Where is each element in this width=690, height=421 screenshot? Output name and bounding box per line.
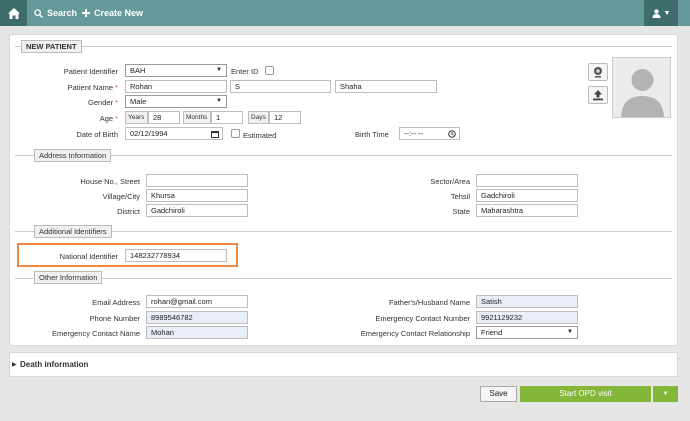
section-divider	[15, 231, 672, 232]
start-opd-visit-button[interactable]: Start OPD visit	[520, 386, 651, 402]
birth-time-label: Birth Time	[355, 130, 389, 139]
age-label: Age *	[40, 114, 118, 123]
create-new-link-label: Create New	[94, 8, 144, 18]
top-nav-bar: Search Create New ▼	[0, 0, 690, 26]
village-city-input[interactable]: Khursa	[146, 189, 248, 202]
home-icon	[7, 7, 20, 19]
gender-value: Male	[130, 97, 147, 106]
relationship-value: Friend	[481, 328, 503, 337]
create-new-link[interactable]: Create New	[82, 0, 143, 26]
phone-number-label: Phone Number	[89, 314, 140, 323]
user-icon	[652, 8, 661, 18]
age-label-text: Age	[99, 114, 114, 123]
dob-value: 02/12/1994	[130, 129, 168, 138]
search-icon	[34, 8, 43, 18]
calendar-icon	[211, 131, 219, 138]
house-street-label: House No., Street	[80, 177, 140, 186]
emergency-contact-name-input[interactable]: Mohan	[146, 326, 248, 339]
chevron-down-icon: ▼	[216, 67, 222, 73]
chevron-down-icon: ▼	[567, 329, 573, 335]
search-link[interactable]: Search	[34, 0, 77, 26]
patient-identifier-label: Patient Identifier	[63, 67, 118, 76]
emergency-contact-name-label: Emergency Contact Name	[52, 329, 140, 338]
days-unit-label: Days	[248, 111, 269, 124]
dob-label: Date of Birth	[76, 130, 118, 139]
state-label: State	[452, 207, 470, 216]
age-months-input[interactable]: 1	[211, 111, 243, 124]
gender-select[interactable]: Male ▼	[125, 95, 227, 108]
tehsil-label: Tehsil	[450, 192, 470, 201]
age-days-input[interactable]: 12	[269, 111, 301, 124]
additional-identifiers-heading: Additional Identifiers	[34, 225, 112, 238]
first-name-input[interactable]: Rohan	[125, 80, 227, 93]
clock-icon	[448, 130, 456, 138]
national-identifier-input[interactable]: 148232778934	[125, 249, 227, 262]
caret-down-icon: ▼	[662, 391, 669, 397]
father-husband-label: Father's/Husband Name	[388, 298, 470, 307]
state-input[interactable]: Maharashtra	[476, 204, 578, 217]
address-information-heading: Address Information	[34, 149, 112, 162]
patient-identifier-value: BAH	[130, 66, 146, 75]
avatar-icon	[621, 69, 664, 117]
patient-name-label-text: Patient Name	[67, 83, 114, 92]
user-menu-button[interactable]: ▼	[644, 0, 678, 26]
emergency-contact-number-label: Emergency Contact Number	[375, 314, 470, 323]
email-input[interactable]: rohan@gmail.com	[146, 295, 248, 308]
required-marker: *	[115, 83, 118, 92]
required-marker: *	[115, 114, 118, 123]
patient-name-label: Patient Name *	[40, 83, 118, 92]
middle-name-input[interactable]: S	[230, 80, 331, 93]
section-divider	[15, 155, 672, 156]
patient-identifier-select[interactable]: BAH ▼	[125, 64, 227, 77]
webcam-button[interactable]	[588, 63, 608, 81]
estimated-checkbox[interactable]	[231, 129, 240, 138]
death-information-section[interactable]: ▶ Death information	[9, 352, 678, 377]
upload-icon	[593, 90, 603, 101]
age-years-input[interactable]: 28	[148, 111, 180, 124]
new-patient-heading: NEW PATIENT	[21, 40, 82, 53]
enter-id-checkbox[interactable]	[265, 66, 274, 75]
birth-time-input[interactable]: --:-- --	[399, 127, 460, 140]
upload-photo-button[interactable]	[588, 86, 608, 104]
emergency-contact-number-input[interactable]: 9921129232	[476, 311, 578, 324]
house-street-input[interactable]	[146, 174, 248, 187]
search-link-label: Search	[47, 8, 78, 18]
required-marker: *	[115, 98, 118, 107]
patient-photo-placeholder	[612, 57, 671, 118]
father-husband-input[interactable]: Satish	[476, 295, 578, 308]
plus-icon	[82, 9, 90, 17]
chevron-down-icon: ▼	[216, 98, 222, 104]
tehsil-input[interactable]: Gadchiroli	[476, 189, 578, 202]
months-unit-label: Months	[183, 111, 211, 124]
birth-time-value: --:-- --	[404, 129, 424, 138]
webcam-icon	[594, 67, 602, 78]
phone-number-input[interactable]: 8989546782	[146, 311, 248, 324]
sector-area-input[interactable]	[476, 174, 578, 187]
home-button[interactable]	[0, 0, 27, 26]
years-unit-label: Years	[125, 111, 148, 124]
email-label: Email Address	[92, 298, 140, 307]
gender-label: Gender *	[40, 98, 118, 107]
sector-area-label: Sector/Area	[430, 177, 470, 186]
opd-options-dropdown[interactable]: ▼	[653, 386, 678, 402]
emergency-contact-relationship-label: Emergency Contact Relationship	[360, 329, 470, 338]
village-city-label: Village/City	[102, 192, 140, 201]
enter-id-label: Enter ID	[231, 67, 259, 76]
save-button[interactable]: Save	[480, 386, 517, 402]
estimated-label: Estimated	[243, 131, 277, 140]
caret-down-icon: ▼	[663, 9, 671, 17]
caret-right-icon: ▶	[12, 362, 17, 368]
dob-input[interactable]: 02/12/1994	[125, 127, 223, 140]
section-divider	[15, 278, 672, 279]
national-identifier-label: National Identifier	[59, 252, 118, 261]
section-divider	[15, 46, 672, 47]
emergency-contact-relationship-select[interactable]: Friend ▼	[476, 326, 578, 339]
last-name-input[interactable]: Shaha	[335, 80, 437, 93]
death-information-heading: Death information	[20, 360, 89, 369]
district-label: District	[117, 207, 140, 216]
gender-label-text: Gender	[88, 98, 114, 107]
district-input[interactable]: Gadchiroli	[146, 204, 248, 217]
other-information-heading: Other Information	[34, 271, 103, 284]
